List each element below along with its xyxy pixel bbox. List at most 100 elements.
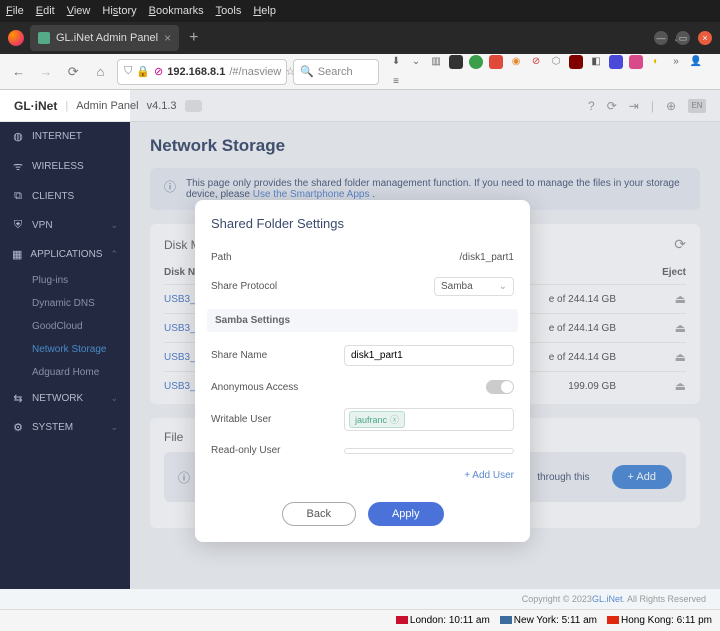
menu-help[interactable]: Help (253, 5, 276, 17)
home-button[interactable]: ⌂ (90, 61, 111, 83)
network-icon: ⇆ (12, 392, 24, 405)
chevron-up-icon: ⌃ (110, 249, 118, 260)
ext-ublock-icon[interactable] (569, 55, 583, 69)
shared-folder-modal: Shared Folder Settings Path/disk1_part1 … (195, 200, 530, 542)
url-host: 192.168.8.1 (167, 66, 225, 78)
user-tag[interactable]: jaufrancⓧ (349, 411, 405, 428)
account-icon[interactable]: 👤 (689, 55, 703, 69)
tab-favicon-icon (38, 32, 50, 44)
clock-hongkong: Hong Kong: 6:11 pm (607, 615, 712, 626)
devices-icon: ⧉ (12, 190, 24, 203)
footer-link[interactable]: GL.iNet (592, 594, 623, 604)
search-icon: 🔍 (300, 65, 314, 78)
sidebar-item-applications[interactable]: ▦APPLICATIONS⌃ (0, 240, 130, 269)
browser-tab[interactable]: GL.iNet Admin Panel × (30, 25, 179, 51)
ext-1-icon[interactable] (449, 55, 463, 69)
sidebar-label: SYSTEM (32, 422, 73, 433)
readonly-user-input[interactable] (344, 448, 514, 454)
menu-edit[interactable]: Edit (36, 5, 55, 17)
wifi-icon: ᯤ (12, 159, 24, 174)
library-icon[interactable]: ▥ (429, 55, 443, 69)
ext-5-icon[interactable]: ⊘ (529, 55, 543, 69)
sidebar-item-internet[interactable]: ◍INTERNET (0, 122, 130, 151)
ext-9-icon[interactable] (609, 55, 623, 69)
logo-divider: | (65, 100, 68, 112)
sidebar-item-clients[interactable]: ⧉ CLIENTS (0, 182, 130, 211)
app-menu-icon[interactable]: ≡ (389, 75, 403, 89)
writable-user-input[interactable]: jaufrancⓧ (344, 408, 514, 431)
clock-newyork: New York: 5:11 am (500, 615, 597, 626)
menu-bookmarks[interactable]: Bookmarks (149, 5, 204, 17)
ext-6-icon[interactable]: ⬡ (549, 55, 563, 69)
path-value: /disk1_part1 (460, 252, 514, 263)
search-bar[interactable]: 🔍 Search (293, 59, 379, 85)
gear-icon: ⚙ (12, 421, 24, 434)
browser-toolbar: ← → ⟳ ⌂ ⛉ 🔒 ⊘ 192.168.8.1/#/nasview ☆ 🔍 … (0, 54, 720, 90)
browser-tabbar: GL.iNet Admin Panel × + ⌄ — ▭ × (0, 22, 720, 54)
readonly-user-label: Read-only User (211, 445, 331, 456)
chevron-down-icon: ⌄ (110, 422, 118, 433)
chevron-down-icon: ⌄ (110, 393, 118, 404)
protocol-label: Share Protocol (211, 281, 331, 292)
sidebar-item-vpn[interactable]: ⛨VPN⌄ (0, 211, 130, 240)
window-maximize-button[interactable]: ▭ (676, 31, 690, 45)
new-tab-button[interactable]: + (185, 29, 202, 47)
back-button[interactable]: ← (8, 61, 29, 83)
url-bar[interactable]: ⛉ 🔒 ⊘ 192.168.8.1/#/nasview ☆ (117, 59, 287, 85)
back-button[interactable]: Back (282, 502, 356, 526)
tab-close-icon[interactable]: × (164, 31, 171, 45)
tab-title: GL.iNet Admin Panel (56, 32, 158, 44)
brand-logo: GL·iNet (14, 99, 57, 113)
chevron-down-icon: ⌄ (499, 281, 507, 292)
sidebar-sub-network-storage[interactable]: Network Storage (0, 338, 130, 361)
ext-11-icon[interactable]: ◐ (649, 55, 663, 69)
ext-8-icon[interactable]: ◧ (589, 55, 603, 69)
chevron-down-icon: ⌄ (110, 220, 118, 231)
ext-2-icon[interactable] (469, 55, 483, 69)
shield-icon: ⛉ (124, 65, 132, 78)
sidebar-item-network[interactable]: ⇆NETWORK⌄ (0, 384, 130, 413)
clock-london: London: 10:11 am (396, 615, 490, 626)
ext-3-icon[interactable] (489, 55, 503, 69)
sidebar-sub-adguard[interactable]: Adguard Home (0, 361, 130, 384)
path-label: Path (211, 252, 331, 263)
os-menubar: File Edit View History Bookmarks Tools H… (0, 0, 720, 22)
menu-tools[interactable]: Tools (216, 5, 242, 17)
share-name-input[interactable] (344, 345, 514, 366)
anonymous-toggle[interactable] (486, 380, 514, 394)
share-name-label: Share Name (211, 350, 331, 361)
window-minimize-button[interactable]: — (654, 31, 668, 45)
ext-4-icon[interactable]: ◉ (509, 55, 523, 69)
globe-icon: ◍ (12, 130, 24, 143)
sidebar-item-wireless[interactable]: ᯤ WIRELESS (0, 151, 130, 182)
search-placeholder: Search (318, 66, 353, 78)
window-close-button[interactable]: × (698, 31, 712, 45)
sidebar-label: VPN (32, 220, 53, 231)
url-path: /#/nasview (229, 66, 281, 78)
overflow-icon[interactable]: » (669, 55, 683, 69)
menu-view[interactable]: View (67, 5, 91, 17)
pocket-icon[interactable]: ⌄ (409, 55, 423, 69)
ext-10-icon[interactable] (629, 55, 643, 69)
grid-icon: ▦ (12, 248, 22, 261)
sidebar-item-system[interactable]: ⚙ SYSTEM ⌄ (0, 413, 130, 442)
forward-button[interactable]: → (35, 61, 56, 83)
sidebar-sub-ddns[interactable]: Dynamic DNS (0, 292, 130, 315)
extension-icons: ⬇ ⌄ ▥ ◉ ⊘ ⬡ ◧ ◐ » 👤 ≡ (389, 55, 712, 89)
menu-file[interactable]: File (6, 5, 24, 17)
sidebar-sub-plugins[interactable]: Plug-ins (0, 269, 130, 292)
menu-history[interactable]: History (102, 5, 136, 17)
warning-icon: ⊘ (154, 65, 163, 78)
modal-title: Shared Folder Settings (211, 216, 514, 231)
sidebar-sub-goodcloud[interactable]: GoodCloud (0, 315, 130, 338)
download-icon[interactable]: ⬇ (389, 55, 403, 69)
firefox-icon (8, 30, 24, 46)
sidebar-label: CLIENTS (32, 191, 74, 202)
remove-tag-icon[interactable]: ⓧ (390, 413, 399, 426)
samba-section-heading: Samba Settings (207, 309, 518, 332)
sidebar-label: WIRELESS (32, 161, 84, 172)
add-user-link[interactable]: + Add User (464, 470, 514, 481)
protocol-select[interactable]: Samba⌄ (434, 277, 514, 296)
reload-button[interactable]: ⟳ (63, 61, 84, 83)
apply-button[interactable]: Apply (368, 502, 444, 526)
